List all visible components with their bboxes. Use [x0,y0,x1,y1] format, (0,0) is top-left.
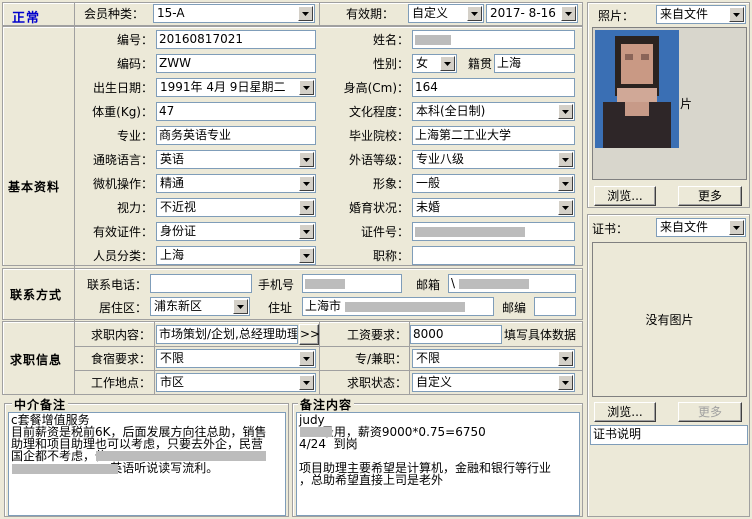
lang-level-select[interactable]: 专业八级 [412,150,575,169]
edu-select[interactable]: 本科(全日制) [412,102,575,121]
agent-notes-title: 中介备注 [12,396,69,413]
weight-label: 体重(Kg)： [92,105,153,119]
mobile-field[interactable] [302,274,402,293]
name-label: 姓名： [372,33,409,47]
lang-label: 通晓语言： [92,153,153,167]
lang-select[interactable]: 英语 [156,150,316,169]
email-field[interactable]: \ [448,274,576,293]
address-label: 住址 [268,301,293,315]
remark-title: 备注内容 [298,396,355,413]
cert-desc-field[interactable]: 证书说明 [590,425,748,445]
salary-label: 工资要求： [346,328,407,342]
cert-browse-button[interactable]: 浏览... [594,402,656,422]
phone-label: 联系电话： [86,278,147,292]
phone-field[interactable] [150,274,252,293]
photo-browse-button[interactable]: 浏览... [594,186,656,206]
validity-mode-select[interactable]: 自定义 [408,4,484,23]
location-label: 工作地点： [90,376,151,390]
photo-label: 照片： [598,9,635,23]
postcode-label: 邮编 [502,301,527,315]
district-label: 居住区： [98,301,147,315]
name-field[interactable] [412,30,575,49]
edu-label: 文化程度： [348,105,409,119]
computer-select[interactable]: 精通 [156,174,316,193]
mobile-label: 手机号 [258,278,295,292]
height-field[interactable]: 164 [412,78,575,97]
vision-label: 视力： [116,201,153,215]
cert-no-image-text: 没有图片 [645,313,694,327]
cert-label: 证书： [592,222,629,236]
computer-label: 微机操作： [92,177,153,191]
cert-more-button[interactable]: 更多 [678,402,742,422]
image-label: 形象： [372,177,409,191]
job-status-label: 求职状态： [346,376,407,390]
weight-field[interactable]: 47 [156,102,316,121]
section-job: 求职信息 [10,353,63,367]
marital-select[interactable]: 未婚 [412,198,575,217]
school-field[interactable]: 上海第二工业大学 [412,126,575,145]
job-status-select[interactable]: 自定义 [412,373,575,392]
section-basic: 基本资料 [8,180,61,194]
status-label: 正常 [12,11,41,26]
school-label: 毕业院校： [348,129,409,143]
member-type-label: 会员种类： [84,7,145,21]
cert-type-select[interactable]: 身份证 [156,222,316,241]
title-label: 职称： [372,249,409,263]
code-label: 编码： [116,57,153,71]
postcode-field[interactable] [534,297,576,316]
agent-notes-redacted-2 [12,464,118,474]
agent-notes-redacted [96,451,266,461]
birth-date-picker[interactable]: 1991年 4月 9日星期二 [156,78,316,97]
email-label: 邮箱 [416,278,441,292]
title-field[interactable] [412,246,575,265]
gender-select[interactable]: 女 [412,54,457,73]
parttime-label: 专/兼职： [354,352,407,366]
job-content-field[interactable]: 市场策划/企划,总经理助理 [156,325,298,344]
section-contact: 联系方式 [10,288,63,302]
lodging-label: 食宿要求： [90,352,151,366]
origin-label: 籍贯 [468,57,493,71]
cert-image-frame: 没有图片 [592,242,747,397]
validity-date-picker[interactable]: 2017- 8-16 [486,4,578,23]
remark-textarea[interactable]: judy 录用，薪资9000*0.75=6750 4/24 到岗 项目助理主要希… [296,412,580,516]
job-content-more-button[interactable]: >> [299,324,320,345]
salary-hint: 填写具体数据 [504,328,577,342]
lang-level-label: 外语等级： [348,153,409,167]
photo-partial-text: 片 [680,97,693,111]
code-field[interactable]: ZWW [156,54,316,73]
cert-type-label: 有效证件： [92,225,153,239]
address-field[interactable]: 上海市 [302,297,494,316]
major-field[interactable]: 商务英语专业 [156,126,316,145]
photo-more-button[interactable]: 更多 [678,186,742,206]
remark-redacted [300,427,332,437]
id-label: 编号： [116,33,153,47]
height-label: 身高(Cm)： [343,81,409,95]
gender-label: 性别： [372,57,409,71]
marital-label: 婚育状况： [348,201,409,215]
lodging-select[interactable]: 不限 [156,349,316,368]
parttime-select[interactable]: 不限 [412,349,575,368]
birth-label: 出生日期： [92,81,153,95]
cert-no-field[interactable] [412,222,575,241]
category-select[interactable]: 上海 [156,246,316,265]
vision-select[interactable]: 不近视 [156,198,316,217]
photo-image [595,30,679,148]
location-select[interactable]: 市区 [156,373,316,392]
cert-no-label: 证件号： [360,225,409,239]
photo-source-select[interactable]: 来自文件 [656,5,746,24]
job-content-label: 求职内容： [90,328,151,342]
validity-label: 有效期： [346,7,395,21]
cert-source-select[interactable]: 来自文件 [656,218,746,237]
id-field[interactable]: 20160817021 [156,30,316,49]
origin-field[interactable]: 上海 [494,54,575,73]
district-select[interactable]: 浦东新区 [150,297,250,316]
member-type-select[interactable]: 15-A [153,4,315,23]
category-label: 人员分类： [92,249,153,263]
salary-field[interactable]: 8000 [410,325,502,344]
image-select[interactable]: 一般 [412,174,575,193]
major-label: 专业： [116,129,153,143]
